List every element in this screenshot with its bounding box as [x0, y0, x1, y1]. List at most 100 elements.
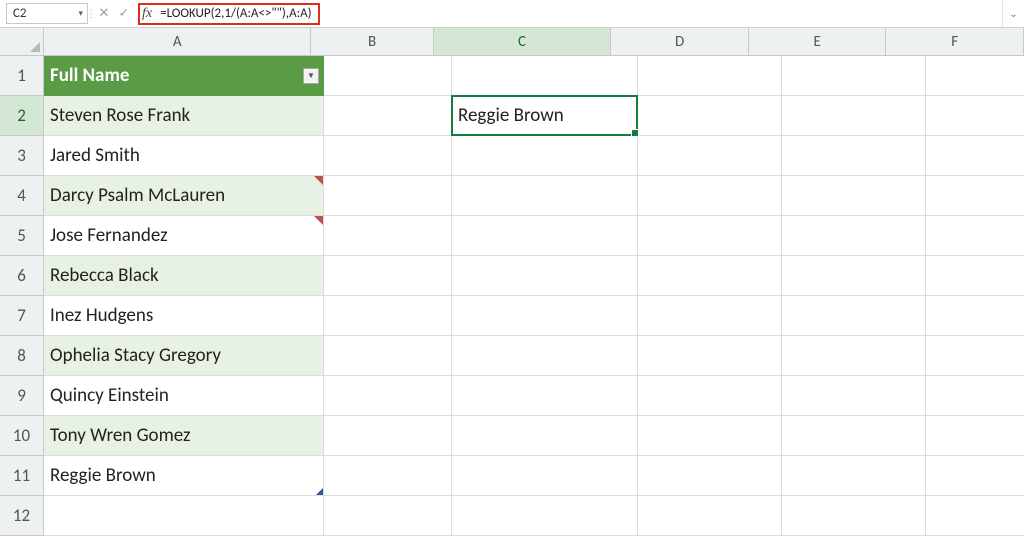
cell-B10[interactable] — [324, 416, 452, 456]
comment-indicator-icon[interactable] — [314, 216, 323, 225]
row-header-6[interactable]: 6 — [0, 256, 44, 296]
cell-E2[interactable] — [782, 96, 926, 136]
cell-D8[interactable] — [638, 336, 782, 376]
select-all-corner[interactable] — [0, 28, 44, 56]
col-header-E[interactable]: E — [749, 28, 887, 55]
row-header-9[interactable]: 9 — [0, 376, 44, 416]
confirm-formula-button[interactable]: ✓ — [114, 0, 134, 27]
cell-C1[interactable] — [452, 56, 638, 96]
cell-F10[interactable] — [926, 416, 1024, 456]
fx-icon[interactable]: fx — [142, 6, 160, 22]
col-header-F[interactable]: F — [886, 28, 1024, 55]
row-header-7[interactable]: 7 — [0, 296, 44, 336]
cell-B1[interactable] — [324, 56, 452, 96]
row-header-3[interactable]: 3 — [0, 136, 44, 176]
cell-C12[interactable] — [452, 496, 638, 536]
cell-F11[interactable] — [926, 456, 1024, 496]
cell-C9[interactable] — [452, 376, 638, 416]
cell-A8[interactable]: Ophelia Stacy Gregory — [44, 336, 324, 376]
cell-B4[interactable] — [324, 176, 452, 216]
cell-B5[interactable] — [324, 216, 452, 256]
cell-B11[interactable] — [324, 456, 452, 496]
cell-C8[interactable] — [452, 336, 638, 376]
cell-A11[interactable]: Reggie Brown — [44, 456, 324, 496]
cell-D5[interactable] — [638, 216, 782, 256]
row-header-11[interactable]: 11 — [0, 456, 44, 496]
cell-C2[interactable]: Reggie Brown — [452, 96, 638, 136]
cell-A3[interactable]: Jared Smith — [44, 136, 324, 176]
cell-D7[interactable] — [638, 296, 782, 336]
cell-D4[interactable] — [638, 176, 782, 216]
cell-A12[interactable] — [44, 496, 324, 536]
cell-F5[interactable] — [926, 216, 1024, 256]
cell-B9[interactable] — [324, 376, 452, 416]
cell-D9[interactable] — [638, 376, 782, 416]
cell-D12[interactable] — [638, 496, 782, 536]
cell-F6[interactable] — [926, 256, 1024, 296]
cell-D10[interactable] — [638, 416, 782, 456]
cell-D2[interactable] — [638, 96, 782, 136]
chevron-down-icon[interactable]: ▾ — [78, 8, 83, 19]
row-header-4[interactable]: 4 — [0, 176, 44, 216]
cell-D6[interactable] — [638, 256, 782, 296]
cell-D1[interactable] — [638, 56, 782, 96]
cell-E7[interactable] — [782, 296, 926, 336]
row-header-1[interactable]: 1 — [0, 56, 44, 96]
cell-A5[interactable]: Jose Fernandez — [44, 216, 324, 256]
cell-B7[interactable] — [324, 296, 452, 336]
row-header-2[interactable]: 2 — [0, 96, 44, 136]
cell-B6[interactable] — [324, 256, 452, 296]
row-header-12[interactable]: 12 — [0, 496, 44, 536]
cell-F9[interactable] — [926, 376, 1024, 416]
row-header-10[interactable]: 10 — [0, 416, 44, 456]
cell-F1[interactable] — [926, 56, 1024, 96]
cell-D11[interactable] — [638, 456, 782, 496]
comment-indicator-icon[interactable] — [314, 176, 323, 185]
cell-B3[interactable] — [324, 136, 452, 176]
cell-C4[interactable] — [452, 176, 638, 216]
cell-E6[interactable] — [782, 256, 926, 296]
cell-C3[interactable] — [452, 136, 638, 176]
cell-A7[interactable]: Inez Hudgens — [44, 296, 324, 336]
cell-E8[interactable] — [782, 336, 926, 376]
cell-F3[interactable] — [926, 136, 1024, 176]
cell-C11[interactable] — [452, 456, 638, 496]
expand-formula-bar-button[interactable]: ⌄ — [1002, 0, 1024, 27]
cell-E12[interactable] — [782, 496, 926, 536]
table-resize-handle-icon[interactable] — [316, 488, 323, 495]
cell-E1[interactable] — [782, 56, 926, 96]
cell-F12[interactable] — [926, 496, 1024, 536]
formula-input[interactable]: =LOOKUP(2,1/(A:A<>""),A:A) — [160, 6, 311, 21]
row-header-5[interactable]: 5 — [0, 216, 44, 256]
col-header-C[interactable]: C — [434, 28, 612, 55]
cell-A6[interactable]: Rebecca Black — [44, 256, 324, 296]
cell-F4[interactable] — [926, 176, 1024, 216]
cell-E4[interactable] — [782, 176, 926, 216]
cell-F2[interactable] — [926, 96, 1024, 136]
cell-C10[interactable] — [452, 416, 638, 456]
cell-C6[interactable] — [452, 256, 638, 296]
filter-dropdown-icon[interactable]: ▼ — [303, 68, 319, 84]
cell-A9[interactable]: Quincy Einstein — [44, 376, 324, 416]
cell-E3[interactable] — [782, 136, 926, 176]
cell-B8[interactable] — [324, 336, 452, 376]
col-header-D[interactable]: D — [611, 28, 749, 55]
cell-D3[interactable] — [638, 136, 782, 176]
cell-F7[interactable] — [926, 296, 1024, 336]
cell-A4[interactable]: Darcy Psalm McLauren — [44, 176, 324, 216]
cell-E11[interactable] — [782, 456, 926, 496]
col-header-A[interactable]: A — [44, 28, 311, 55]
cancel-formula-button[interactable]: ✕ — [94, 0, 114, 27]
cell-A1[interactable]: Full Name ▼ — [44, 56, 324, 96]
cell-E9[interactable] — [782, 376, 926, 416]
cell-C7[interactable] — [452, 296, 638, 336]
row-header-8[interactable]: 8 — [0, 336, 44, 376]
cell-B2[interactable] — [324, 96, 452, 136]
cell-E10[interactable] — [782, 416, 926, 456]
cell-A2[interactable]: Steven Rose Frank — [44, 96, 324, 136]
cell-C5[interactable] — [452, 216, 638, 256]
col-header-B[interactable]: B — [311, 28, 433, 55]
name-box[interactable]: C2 ▾ — [6, 3, 88, 24]
cell-F8[interactable] — [926, 336, 1024, 376]
cell-E5[interactable] — [782, 216, 926, 256]
